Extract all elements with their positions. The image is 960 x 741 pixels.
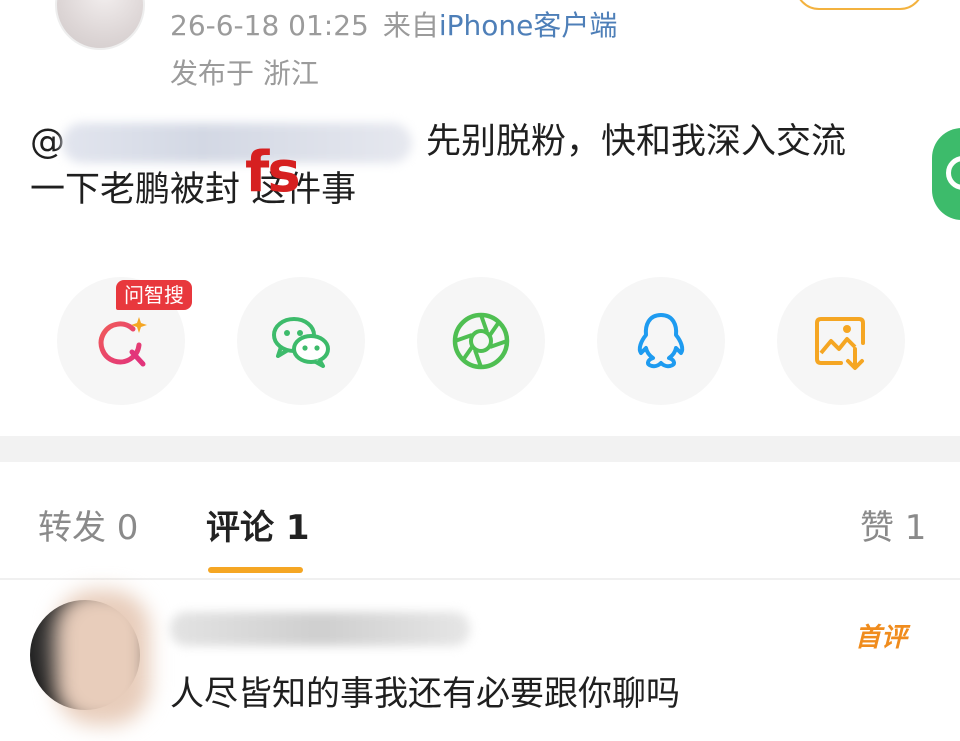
mention-at-sign: @ <box>30 122 65 162</box>
section-divider <box>0 436 960 462</box>
author-avatar[interactable] <box>55 0 145 50</box>
tab-comments[interactable]: 评论 1 <box>206 500 310 549</box>
ai-search-badge: 问智搜 <box>116 280 192 310</box>
commenter-avatar-blur <box>55 590 150 725</box>
share-moments-button[interactable] <box>417 277 545 405</box>
mention-blurred[interactable] <box>62 123 412 163</box>
post-content: @ 先别脱粉，快和我深入交流 一下老鹏被封 这件事 <box>30 118 930 214</box>
tabs-separator <box>0 578 960 580</box>
comment-text: 人尽皆知的事我还有必要跟你聊吗 <box>170 674 680 714</box>
share-wechat-button[interactable] <box>237 277 365 405</box>
post-location: 发布于 浙江 <box>170 57 319 90</box>
post-meta: 26-6-18 01:25 来自iPhone客户端 <box>170 4 617 44</box>
first-comment-badge: 首评 <box>855 623 908 653</box>
search-ai-icon <box>98 317 147 367</box>
tab-likes[interactable]: 赞 1 <box>860 500 926 549</box>
save-image-icon <box>815 317 865 370</box>
content-line2-text: 一下老鹏被封 这件事 <box>30 170 357 210</box>
follow-button[interactable] <box>795 0 924 10</box>
content-line1-text: 先别脱粉，快和我深入交流 <box>426 122 847 162</box>
commenter-name-blurred[interactable] <box>170 612 470 646</box>
tab-repost[interactable]: 转发 0 <box>38 500 138 549</box>
moments-icon <box>452 312 510 370</box>
wechat-icon <box>272 317 330 368</box>
floating-chat-button[interactable] <box>932 128 960 220</box>
active-tab-indicator <box>208 567 303 573</box>
overlay-fs-text: fs <box>245 140 301 205</box>
share-qq-button[interactable] <box>597 277 725 405</box>
post-source-client[interactable]: iPhone客户端 <box>439 9 618 42</box>
post-timestamp: 26-6-18 01:25 <box>170 9 369 42</box>
chat-bubble-icon <box>946 156 960 190</box>
save-image-button[interactable] <box>777 277 905 405</box>
post-source-prefix: 来自 <box>382 9 439 42</box>
qq-icon <box>637 313 685 369</box>
